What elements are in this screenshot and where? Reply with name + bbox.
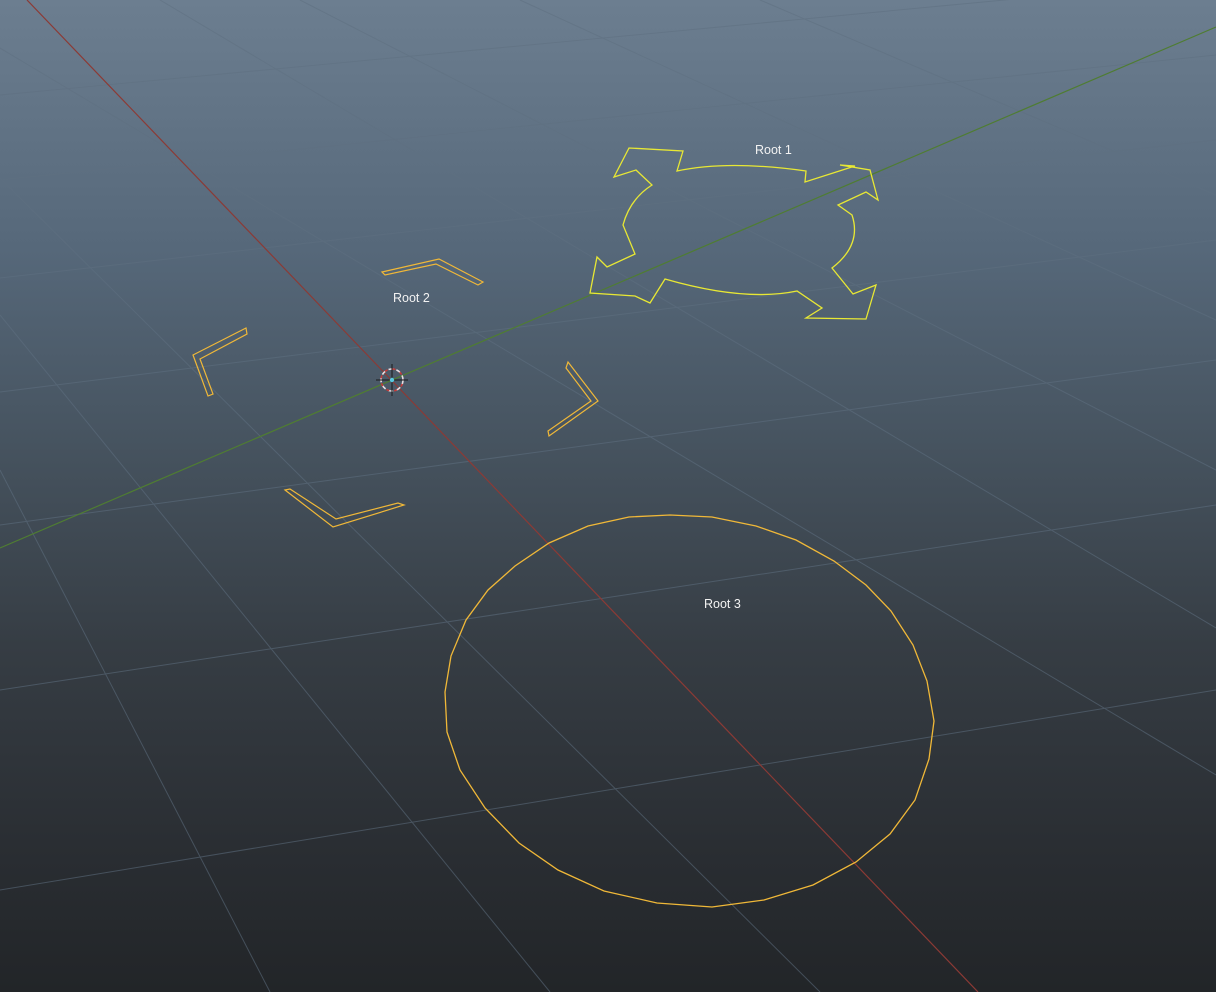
root2-label: Root 2 <box>393 291 430 305</box>
root2-bracket-bottom[interactable] <box>283 488 406 528</box>
root3-curve[interactable] <box>444 514 935 908</box>
root3-label: Root 3 <box>704 597 741 611</box>
root1-label: Root 1 <box>755 143 792 157</box>
root2-bracket-right[interactable] <box>547 360 599 438</box>
viewport-scene[interactable]: Root 1 Root 2 Root 3 <box>0 0 1216 992</box>
ground-grid <box>0 0 1216 992</box>
x-axis-line <box>26 0 979 992</box>
3d-viewport[interactable]: Root 1 Root 2 Root 3 <box>0 0 1216 992</box>
z-axis-line <box>0 26 1216 549</box>
root2-bracket-top[interactable] <box>380 258 485 286</box>
